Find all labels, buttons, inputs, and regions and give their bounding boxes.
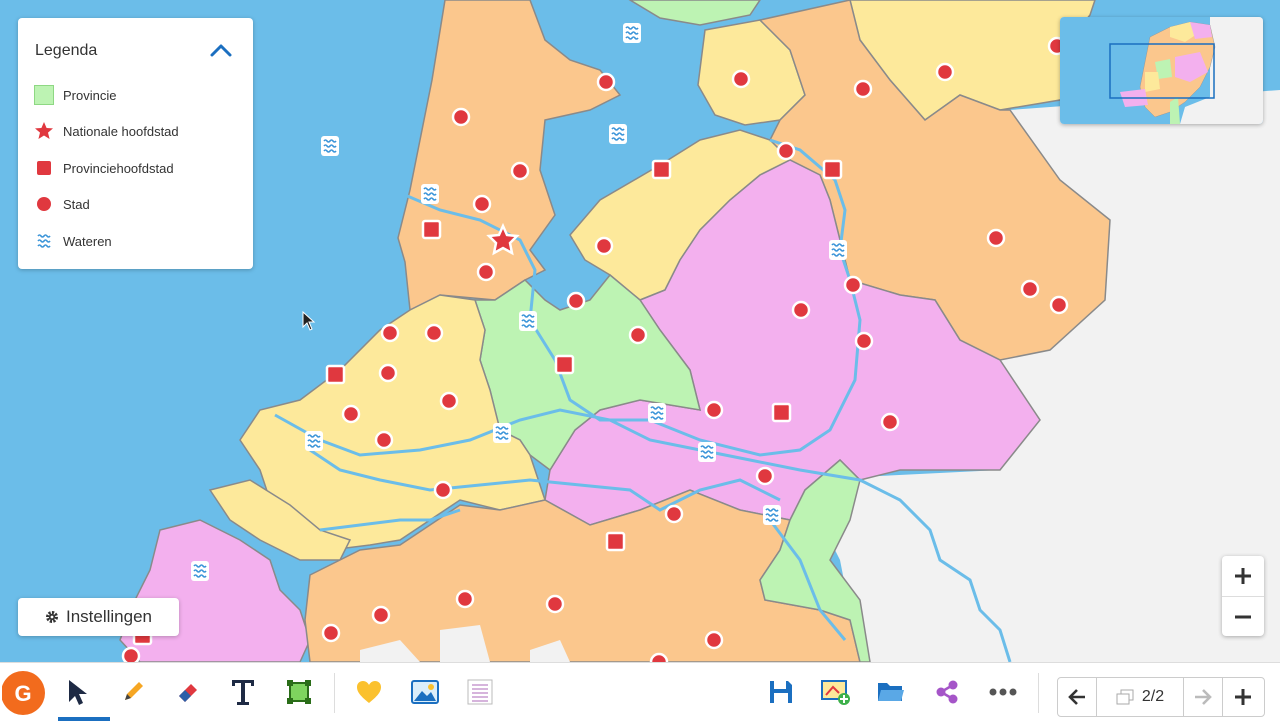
legend-title: Legenda: [35, 42, 98, 59]
shape-tool[interactable]: [274, 663, 324, 721]
page-indicator[interactable]: 2/2: [1097, 678, 1183, 716]
shape-icon: [287, 680, 311, 704]
save-icon: [770, 681, 792, 703]
province-swatch-icon: [34, 85, 54, 105]
logo-icon: G: [2, 671, 45, 715]
more-icon: [989, 688, 1017, 696]
minus-icon: [1235, 615, 1251, 619]
next-page-button[interactable]: [1184, 678, 1222, 716]
add-map-icon: [821, 680, 850, 705]
image-icon: [411, 680, 439, 704]
legend-label: Provincie: [63, 87, 117, 103]
logo-button[interactable]: G: [0, 663, 50, 721]
settings-button[interactable]: Instellingen: [18, 598, 179, 636]
divider: [334, 673, 335, 713]
legend-item-wateren: Wateren: [34, 231, 112, 251]
legend-label: Stad: [63, 196, 90, 212]
legend-panel: Legenda Provincie Nationale hoofdstad Pr…: [18, 18, 253, 269]
circle-icon: [34, 194, 54, 214]
text-tool[interactable]: [218, 663, 268, 721]
share-button[interactable]: [922, 663, 972, 721]
overview-minimap[interactable]: [1060, 17, 1263, 124]
save-button[interactable]: [756, 663, 806, 721]
zoom-out-button[interactable]: [1222, 597, 1264, 637]
add-page-button[interactable]: [1223, 678, 1263, 716]
text-icon: [232, 680, 254, 705]
pointer-icon: [69, 680, 87, 705]
page-counter: 2/2: [1141, 688, 1165, 705]
previous-page-button[interactable]: [1058, 678, 1096, 716]
eraser-tool[interactable]: [163, 663, 213, 721]
arrow-left-icon: [1068, 689, 1085, 705]
chevron-up-icon: [210, 44, 232, 57]
legend-item-provinciehoofdstad: Provinciehoofdstad: [34, 158, 174, 178]
star-icon: [34, 121, 54, 141]
plus-icon: [1235, 568, 1251, 584]
pencil-icon: [125, 682, 143, 700]
legend-label: Wateren: [63, 233, 112, 249]
zoom-controls: [1222, 556, 1264, 636]
active-tool-indicator: [58, 717, 110, 721]
waves-icon: [34, 231, 54, 251]
legend-label: Provinciehoofdstad: [63, 160, 174, 176]
share-icon: [936, 680, 958, 704]
legend-item-provincie: Provincie: [34, 85, 116, 105]
legend-label: Nationale hoofdstad: [63, 123, 179, 139]
settings-label: Instellingen: [65, 607, 152, 626]
gear-icon: [45, 611, 58, 623]
zoom-in-button[interactable]: [1222, 556, 1264, 596]
legend-item-stad: Stad: [34, 194, 90, 214]
legend-item-nationale-hoofdstad: Nationale hoofdstad: [34, 121, 179, 141]
add-map-button[interactable]: [811, 663, 861, 721]
arrow-right-icon: [1195, 689, 1212, 705]
folder-icon: [878, 683, 904, 701]
sticker-button[interactable]: [344, 663, 394, 721]
page-navigator: 2/2: [1057, 677, 1265, 717]
square-icon: [34, 158, 54, 178]
image-button[interactable]: [400, 663, 450, 721]
list-icon: [467, 679, 493, 705]
eraser-icon: [179, 684, 197, 702]
svg-text:G: G: [14, 681, 31, 706]
pages-icon: [1116, 689, 1134, 705]
more-button[interactable]: [978, 663, 1028, 721]
open-button[interactable]: [866, 663, 916, 721]
list-button[interactable]: [455, 663, 505, 721]
select-tool[interactable]: [52, 663, 110, 721]
divider: [1038, 673, 1039, 713]
pencil-tool[interactable]: [108, 663, 158, 721]
plus-icon: [1235, 689, 1251, 705]
sticker-icon: [357, 681, 381, 703]
legend-collapse-button[interactable]: [209, 40, 233, 60]
